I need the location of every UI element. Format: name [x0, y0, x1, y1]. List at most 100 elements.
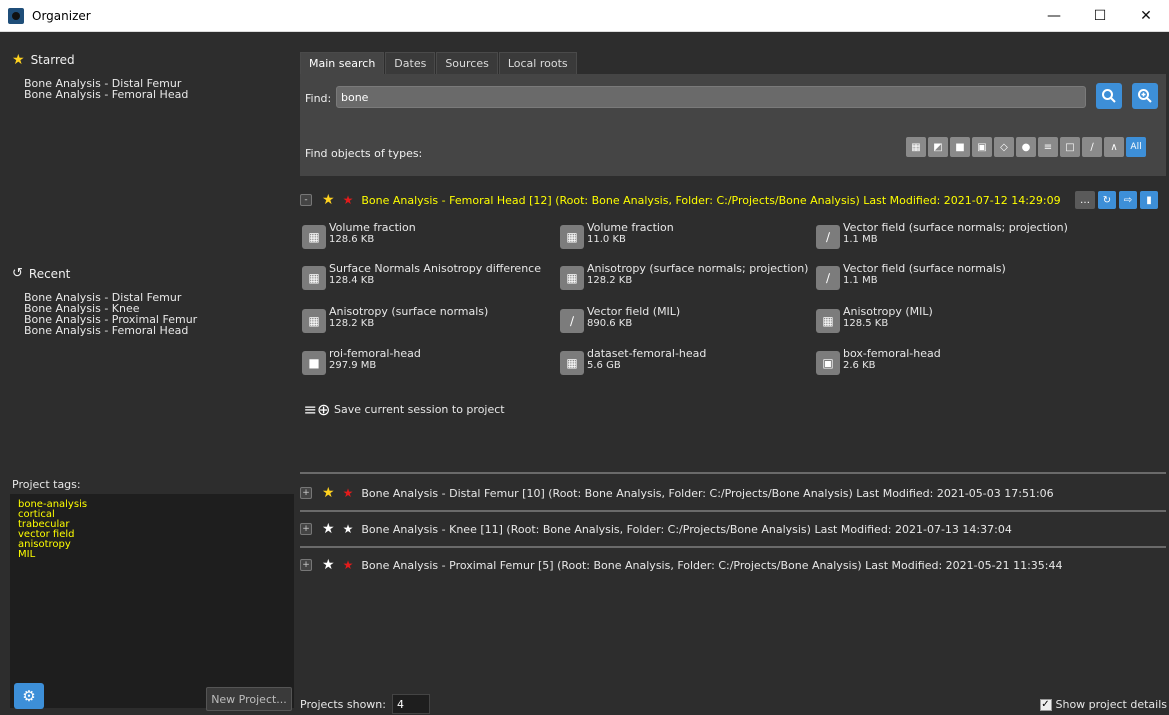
recent-list: Bone Analysis - Distal Femur Bone Analys…: [24, 292, 197, 336]
tab-dates[interactable]: Dates: [385, 52, 436, 74]
object-item[interactable]: ▦ Anisotropy (surface normals; projectio…: [560, 263, 808, 290]
slice-type-icon[interactable]: ◩: [928, 137, 948, 157]
starred-label: Starred: [30, 53, 75, 67]
project-row-proximal-femur[interactable]: + ★ ★ Bone Analysis - Proximal Femur [5]…: [300, 553, 1166, 577]
pin-icon[interactable]: ★: [343, 486, 354, 500]
tab-local-roots[interactable]: Local roots: [498, 52, 577, 74]
search-panel: Find: Find objects of types: ▦ ◩ ■ ▣ ◇ ●…: [300, 74, 1166, 176]
pin-icon[interactable]: ★: [343, 522, 354, 536]
new-project-button[interactable]: New Project...: [206, 687, 292, 711]
divider: [300, 472, 1166, 474]
project-row-femoral-head[interactable]: - ★ ★ Bone Analysis - Femoral Head [12] …: [300, 188, 1166, 212]
delete-icon[interactable]: ▮: [1140, 191, 1158, 209]
recent-heading: ↺ Recent: [12, 266, 70, 281]
expand-toggle[interactable]: +: [300, 559, 312, 571]
grid-icon: ▦: [302, 309, 326, 333]
vector-type-icon[interactable]: ∕: [1082, 137, 1102, 157]
expand-toggle[interactable]: +: [300, 487, 312, 499]
tag-item[interactable]: MIL: [18, 550, 286, 560]
maximize-icon[interactable]: ☐: [1077, 0, 1123, 32]
object-item[interactable]: ∕ Vector field (MIL) 890.6 KB: [560, 306, 680, 333]
title-bar: Organizer — ☐ ✕: [0, 0, 1169, 32]
pin-icon[interactable]: ★: [343, 193, 354, 207]
roi-type-icon[interactable]: ■: [950, 137, 970, 157]
show-details-toggle[interactable]: ✓ Show project details: [1039, 698, 1168, 711]
main-panel: Main search Dates Sources Local roots Fi…: [296, 32, 1169, 715]
project-row-knee[interactable]: + ★ ★ Bone Analysis - Knee [11] (Root: B…: [300, 517, 1166, 541]
project-title: Bone Analysis - Femoral Head [12] (Root:…: [361, 193, 1061, 207]
zoom-search-icon: [1138, 89, 1152, 103]
tab-sources[interactable]: Sources: [436, 52, 498, 74]
app-icon: [8, 7, 24, 24]
object-item[interactable]: ▦ Surface Normals Anisotropy difference 1…: [302, 263, 541, 290]
refresh-icon[interactable]: ↻: [1098, 191, 1116, 209]
object-item[interactable]: ■ roi-femoral-head 297.9 MB: [302, 348, 421, 375]
object-item[interactable]: ∕ Vector field (surface normals) 1.1 MB: [816, 263, 1006, 290]
object-item[interactable]: ▦ Volume fraction 11.0 KB: [560, 222, 674, 249]
open-icon[interactable]: ⇨: [1119, 191, 1137, 209]
minimize-icon[interactable]: —: [1031, 0, 1077, 32]
mesh-type-icon[interactable]: ●: [1016, 137, 1036, 157]
box-type-icon[interactable]: □: [1060, 137, 1080, 157]
projects-shown-input[interactable]: 4: [391, 694, 430, 714]
project-actions: … ↻ ⇨ ▮: [1075, 188, 1158, 212]
grid-icon: ▦: [816, 309, 840, 333]
starred-item[interactable]: Bone Analysis - Femoral Head: [24, 89, 188, 100]
star-icon[interactable]: ★: [322, 521, 335, 537]
checkbox-icon[interactable]: ✓: [1039, 698, 1052, 711]
project-row-distal-femur[interactable]: + ★ ★ Bone Analysis - Distal Femur [10] …: [300, 481, 1166, 505]
search-button[interactable]: [1096, 83, 1122, 109]
expand-toggle[interactable]: +: [300, 523, 312, 535]
save-session-button[interactable]: ≡⊕ Save current session to project: [302, 398, 505, 420]
star-icon: ★: [12, 52, 25, 68]
search-tabs: Main search Dates Sources Local roots: [300, 52, 578, 74]
graph-type-icon[interactable]: ∧: [1104, 137, 1124, 157]
settings-button[interactable]: ⚙: [14, 683, 44, 709]
object-item[interactable]: ▦ Volume fraction 128.6 KB: [302, 222, 416, 249]
search-input[interactable]: [336, 86, 1086, 108]
star-icon[interactable]: ★: [322, 485, 335, 501]
close-icon[interactable]: ✕: [1123, 0, 1169, 32]
roi-icon: ■: [302, 351, 326, 375]
star-icon[interactable]: ★: [322, 192, 335, 208]
project-title: Bone Analysis - Proximal Femur [5] (Root…: [361, 558, 1063, 572]
layers-type-icon[interactable]: ≡: [1038, 137, 1058, 157]
tag-item[interactable]: bone-analysis: [18, 500, 286, 510]
gear-icon: ⚙: [22, 687, 36, 705]
all-types-button[interactable]: All: [1126, 137, 1146, 157]
vector-icon: ∕: [816, 266, 840, 290]
project-tags-label: Project tags:: [12, 478, 81, 491]
object-item[interactable]: ▦ dataset-femoral-head 5.6 GB: [560, 348, 706, 375]
recent-label: Recent: [28, 266, 71, 281]
search-icon: [1102, 89, 1116, 103]
vector-icon: ∕: [560, 309, 584, 333]
divider: [300, 546, 1166, 548]
project-tags-list[interactable]: bone-analysis cortical trabecular vector…: [10, 494, 294, 708]
project-title: Bone Analysis - Distal Femur [10] (Root:…: [361, 486, 1054, 500]
grid-icon: ▦: [302, 225, 326, 249]
show-details-label: Show project details: [1055, 698, 1168, 711]
multi-roi-type-icon[interactable]: ▣: [972, 137, 992, 157]
shape-type-icon[interactable]: ◇: [994, 137, 1014, 157]
recent-item[interactable]: Bone Analysis - Femoral Head: [24, 325, 197, 336]
star-icon[interactable]: ★: [322, 557, 335, 573]
object-item[interactable]: ∕ Vector field (surface normals; project…: [816, 222, 1068, 249]
object-item[interactable]: ▣ box-femoral-head 2.6 KB: [816, 348, 941, 375]
vector-icon: ∕: [816, 225, 840, 249]
projects-shown-label: Projects shown:: [300, 697, 386, 711]
more-options-button[interactable]: …: [1075, 191, 1095, 209]
collapse-toggle[interactable]: -: [300, 194, 312, 206]
advanced-search-button[interactable]: [1132, 83, 1158, 109]
project-title: Bone Analysis - Knee [11] (Root: Bone An…: [361, 522, 1012, 536]
pin-icon[interactable]: ★: [343, 558, 354, 572]
tag-item[interactable]: anisotropy: [18, 540, 286, 550]
window-controls: — ☐ ✕: [1031, 0, 1169, 32]
object-item[interactable]: ▦ Anisotropy (MIL) 128.5 KB: [816, 306, 933, 333]
object-item[interactable]: ▦ Anisotropy (surface normals) 128.2 KB: [302, 306, 488, 333]
find-label: Find:: [305, 92, 332, 105]
grid-icon: ▦: [560, 225, 584, 249]
grid-icon: ▦: [560, 351, 584, 375]
tab-main-search[interactable]: Main search: [300, 52, 385, 74]
volume-type-icon[interactable]: ▦: [906, 137, 926, 157]
history-icon: ↺: [12, 266, 23, 281]
